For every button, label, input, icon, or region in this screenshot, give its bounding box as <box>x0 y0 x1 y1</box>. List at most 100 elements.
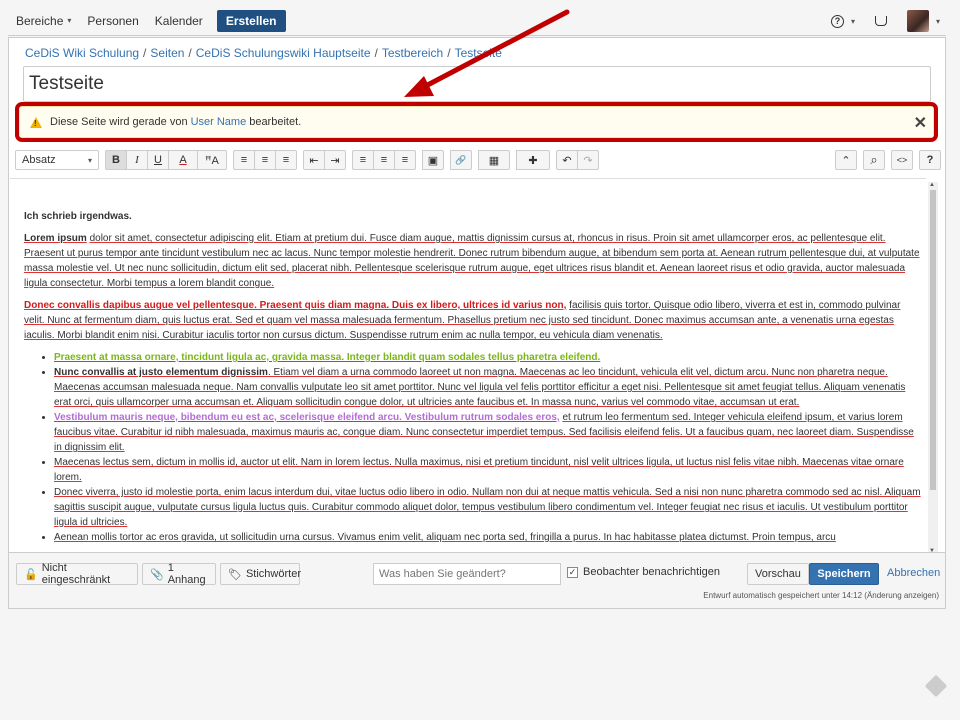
list-item: Praesent at massa ornare, tincidunt ligu… <box>54 350 922 365</box>
scroll-thumb[interactable] <box>930 190 936 490</box>
restrictions-button[interactable]: 🔓 Nicht eingeschränkt <box>16 562 138 586</box>
undo-icon[interactable]: ↶ <box>556 150 578 170</box>
save-button[interactable]: Speichern <box>809 563 879 585</box>
breadcrumb-separator: / <box>143 46 147 60</box>
chevron-down-icon: ▾ <box>87 155 92 165</box>
tag-icon: 🏷 <box>228 568 242 581</box>
labels-label: Stichwörter <box>245 568 301 580</box>
bullet-list-icon[interactable]: ≡ <box>233 150 255 170</box>
nav-people-label: Personen <box>87 13 139 28</box>
breadcrumb-item[interactable]: CeDiS Schulungswiki Hauptseite <box>196 46 371 60</box>
nav-calendar[interactable]: Kalender <box>147 6 211 36</box>
search-icon[interactable]: ⌕ <box>863 150 885 170</box>
paragraph-text: dolor sit amet, consectetur adipiscing e… <box>24 233 920 289</box>
preview-button[interactable]: Vorschau <box>747 563 809 585</box>
bullet-list: Praesent at massa ornare, tincidunt ligu… <box>24 350 922 545</box>
bold-button[interactable]: B <box>105 150 127 170</box>
avatar <box>906 10 929 32</box>
content-heading: Ich schrieb irgendwas. <box>24 211 132 222</box>
more-formatting-button[interactable]: ꟸA <box>197 150 227 170</box>
source-code-icon[interactable]: <> <box>891 150 913 170</box>
page-title-input[interactable]: Testseite <box>23 66 931 102</box>
breadcrumb-item[interactable]: Testseite <box>455 46 502 60</box>
align-group: ≡ ≡ ≡ <box>352 150 416 170</box>
breadcrumb: CeDiS Wiki Schulung / Seiten / CeDiS Sch… <box>25 46 502 60</box>
nav-spaces[interactable]: Bereiche ▾ <box>8 6 79 36</box>
numbered-list-icon[interactable]: ≡ <box>254 150 276 170</box>
redo-icon[interactable]: ↷ <box>577 150 599 170</box>
attachments-button[interactable]: 📎 1 Anhang <box>142 562 216 586</box>
attachments-label: 1 Anhang <box>167 562 206 586</box>
table-icon[interactable]: ▦ <box>478 150 510 170</box>
list-item: Aenean mollis tortor ac eros gravida, ut… <box>54 530 922 545</box>
bold-text: Nunc convallis at justo elementum dignis… <box>54 367 268 378</box>
autosave-status: Entwurf automatisch gespeichert unter 14… <box>703 591 939 600</box>
outdent-icon[interactable]: ⇤ <box>303 150 325 170</box>
align-right-icon[interactable]: ≡ <box>394 150 416 170</box>
paragraph-style-label: Absatz <box>22 154 56 166</box>
diamond-icon <box>924 674 948 698</box>
paragraph-style-select[interactable]: Absatz ▾ <box>15 150 99 170</box>
chevron-down-icon: ▾ <box>935 16 940 26</box>
collapse-toolbar-icon[interactable]: ⌃ <box>835 150 857 170</box>
italic-button[interactable]: I <box>126 150 148 170</box>
list-item: Nunc convallis at justo elementum dignis… <box>54 365 922 410</box>
list-group: ≡ ≡ ≡ <box>233 150 297 170</box>
list-item-text: Maecenas lectus sem, dictum in mollis id… <box>54 457 904 483</box>
notifications-icon[interactable] <box>874 16 887 26</box>
list-item: Vestibulum mauris neque, bibendum eu est… <box>54 410 922 455</box>
notify-watchers-checkbox[interactable]: ✓ <box>567 567 578 578</box>
underline-button[interactable]: U <box>147 150 169 170</box>
task-list-icon[interactable]: ≡ <box>275 150 297 170</box>
green-text: Praesent at massa ornare, tincidunt ligu… <box>54 352 601 363</box>
red-text: Donec convallis dapibus augue vel pellen… <box>24 300 567 311</box>
notify-watchers-label: Beobachter benachrichtigen <box>583 566 720 578</box>
restrictions-label: Nicht eingeschränkt <box>41 562 111 586</box>
format-group: B I U A ꟸA <box>105 150 227 170</box>
indent-icon[interactable]: ⇥ <box>324 150 346 170</box>
page-layout-icon[interactable]: ▣ <box>422 150 444 170</box>
insert-group: ✚ <box>516 150 550 170</box>
indent-group: ⇤ ⇥ <box>303 150 346 170</box>
history-group: ↶ ↷ <box>556 150 599 170</box>
nav-right: ? ▾ ▾ <box>830 6 940 36</box>
change-comment-input[interactable] <box>373 563 561 585</box>
align-left-icon[interactable]: ≡ <box>352 150 374 170</box>
top-nav: Bereiche ▾ Personen Kalender Erstellen ?… <box>8 6 946 36</box>
nav-calendar-label: Kalender <box>154 13 203 28</box>
align-center-icon[interactable]: ≡ <box>373 150 395 170</box>
nav-people[interactable]: Personen <box>79 6 146 36</box>
list-item-text: Donec viverra, justo id molestie porta, … <box>54 487 921 528</box>
table-group: ▦ <box>478 150 510 170</box>
user-menu[interactable]: ▾ <box>906 10 940 32</box>
editor-panel: CeDiS Wiki Schulung / Seiten / CeDiS Sch… <box>8 37 946 609</box>
paragraph: Lorem ipsum dolor sit amet, consectetur … <box>24 231 922 291</box>
list-item: Donec viverra, justo id molestie porta, … <box>54 485 922 530</box>
list-item-text: Aenean mollis tortor ac eros gravida, ut… <box>54 532 836 543</box>
create-button[interactable]: Erstellen <box>216 9 286 32</box>
help-icon[interactable]: ? <box>919 150 941 170</box>
paperclip-icon: 📎 <box>150 568 164 581</box>
content-scrollbar[interactable]: ▲ ▼ <box>928 182 938 554</box>
labels-button[interactable]: 🏷 Stichwörter <box>220 563 301 585</box>
insert-more-icon[interactable]: ✚ <box>516 150 550 170</box>
chevron-down-icon: ▾ <box>850 16 855 26</box>
breadcrumb-item[interactable]: Seiten <box>150 46 184 60</box>
breadcrumb-item[interactable]: CeDiS Wiki Schulung <box>25 46 139 60</box>
breadcrumb-separator: / <box>447 46 451 60</box>
scroll-up-icon[interactable]: ▲ <box>929 182 935 188</box>
nav-spaces-label: Bereiche <box>16 13 64 28</box>
paragraph: Donec convallis dapibus augue vel pellen… <box>24 298 922 343</box>
list-item: Maecenas lectus sem, dictum in mollis id… <box>54 455 922 485</box>
text-color-button[interactable]: A <box>168 150 198 170</box>
help-icon: ? <box>830 14 844 28</box>
editor-content[interactable]: Ich schrieb irgendwas. Lorem ipsum dolor… <box>10 178 926 552</box>
toolbar-right: ⌃ ⌕ <> ? <box>835 150 941 170</box>
paragraph-lead: Lorem ipsum <box>24 233 87 244</box>
breadcrumb-separator: / <box>374 46 378 60</box>
editor-toolbar: Absatz ▾ B I U A ꟸA ≡ ≡ ≡ ⇤ ⇥ ≡ ≡ ≡ ▣ 🔗 <box>15 149 941 171</box>
cancel-link[interactable]: Abbrechen <box>887 567 940 579</box>
help-menu[interactable]: ? ▾ <box>830 14 855 28</box>
link-icon[interactable]: 🔗 <box>450 150 472 170</box>
breadcrumb-item[interactable]: Testbereich <box>382 46 443 60</box>
